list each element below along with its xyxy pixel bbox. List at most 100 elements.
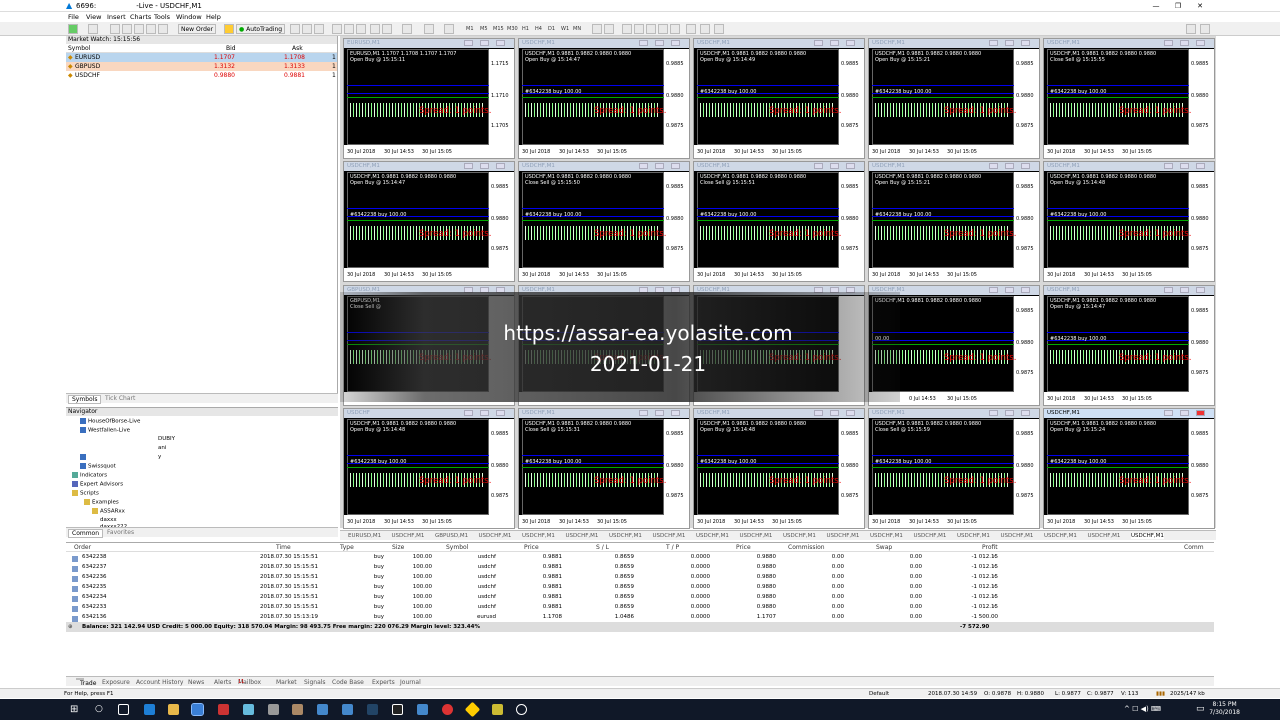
new-chart-icon[interactable] [68, 24, 78, 34]
chart-window[interactable]: USDCHF,M1 0.9885 0.9880 0.9875 30 Jul 2018 30… [1043, 408, 1215, 529]
menu-charts[interactable]: Charts [130, 13, 151, 21]
app-icon[interactable] [317, 704, 328, 715]
chart-maximize-button[interactable] [1180, 410, 1189, 416]
new-order-button[interactable]: New Order [178, 24, 217, 34]
text-icon[interactable] [686, 24, 696, 34]
chart-caption[interactable]: USDCHF,M1 [694, 409, 864, 418]
chart-caption[interactable]: USDCHF,M1 [519, 409, 689, 418]
chart-window[interactable]: USDCHF,M1 0.9885 0.9880 0.9875 30 Jul 2018 30… [1043, 285, 1215, 406]
trade-row[interactable]: 6342238 2018.07.30 15:15:51 buy 100.00 usdch… [66, 552, 1214, 562]
close-order-icon[interactable]: ✕ [992, 554, 997, 560]
chart-window[interactable]: USDCHF,M1 0.9885 0.9880 0.9875 30 Jul 2018 30… [693, 38, 865, 159]
chart-close-button[interactable] [671, 40, 680, 46]
trade-row[interactable]: 6342236 2018.07.30 15:15:51 buy 100.00 usdch… [66, 572, 1214, 582]
chart-minimize-button[interactable] [1164, 163, 1173, 169]
chart-minimize-button[interactable] [639, 40, 648, 46]
chart-minimize-button[interactable] [639, 163, 648, 169]
tf-h1[interactable]: H1 [522, 24, 529, 34]
tile-windows-icon[interactable] [356, 24, 366, 34]
menu-file[interactable]: File [68, 13, 79, 21]
nav-script[interactable]: ASSARxx [92, 508, 125, 515]
line-chart-icon[interactable] [314, 24, 324, 34]
chart-window[interactable]: USDCHF,M1 0.9885 0.9880 0.9875 30 Jul 2018 30… [868, 38, 1040, 159]
nav-examples[interactable]: Examples [84, 499, 119, 506]
chart-tab[interactable]: USDCHF,M1 [914, 533, 947, 539]
chart-maximize-button[interactable] [830, 163, 839, 169]
chart-close-button[interactable] [846, 40, 855, 46]
close-order-icon[interactable]: ✕ [992, 594, 997, 600]
chart-caption[interactable]: USDCHF,M1 [869, 162, 1039, 171]
trade-row[interactable]: 6342234 2018.07.30 15:15:51 buy 100.00 usdch… [66, 592, 1214, 602]
chart-window[interactable]: USDCHF,M1 0.9885 0.9880 0.9875 30 Jul 2018 30… [868, 408, 1040, 529]
nav-indicators[interactable]: Indicators [72, 472, 107, 479]
terminal-icon[interactable] [146, 24, 156, 34]
chart-minimize-button[interactable] [464, 40, 473, 46]
chart-minimize-button[interactable] [989, 40, 998, 46]
chart-caption[interactable]: USDCHF,M1 [519, 39, 689, 48]
chart-close-button[interactable] [1021, 287, 1030, 293]
trade-row[interactable]: 6342237 2018.07.30 15:15:51 buy 100.00 usdch… [66, 562, 1214, 572]
close-order-icon[interactable]: ✕ [992, 614, 997, 620]
chart-tab[interactable]: USDCHF,M1 [522, 533, 555, 539]
chart-close-button[interactable] [1021, 410, 1030, 416]
app-icon[interactable] [392, 704, 403, 715]
chart-tab[interactable]: USDCHF,M1 [696, 533, 729, 539]
chart-caption[interactable]: USDCHF,M1 [344, 162, 514, 171]
tray-icons[interactable]: ^ ☐ ◀) ⌨ [1124, 705, 1161, 713]
tf-w1[interactable]: W1 [561, 24, 569, 34]
profiles-icon[interactable] [88, 24, 98, 34]
chart-tab[interactable]: EURUSD,M1 [348, 533, 381, 539]
chart-window[interactable]: USDCHF,M1 0.9885 0.9880 0.9875 30 Jul 2018 30… [693, 161, 865, 282]
bar-chart-icon[interactable] [290, 24, 300, 34]
chart-maximize-button[interactable] [1180, 287, 1189, 293]
chart-close-button[interactable] [496, 410, 505, 416]
chart-close-button[interactable] [671, 410, 680, 416]
chart-shift-icon[interactable] [382, 24, 392, 34]
trade-row[interactable]: 6342233 2018.07.30 15:15:51 buy 100.00 usdch… [66, 602, 1214, 612]
chart-tab[interactable]: USDCHF,M1 [1001, 533, 1034, 539]
chart-minimize-button[interactable] [989, 163, 998, 169]
tf-h4[interactable]: H4 [535, 24, 542, 34]
chart-caption[interactable]: USDCHF [344, 409, 514, 418]
chart-minimize-button[interactable] [1164, 410, 1173, 416]
chart-close-button[interactable] [846, 410, 855, 416]
chart-caption[interactable]: USDCHF,M1 [694, 162, 864, 171]
chart-tab[interactable]: USDCHF,M1 [827, 533, 860, 539]
horizontal-line-icon[interactable] [634, 24, 644, 34]
chart-minimize-button[interactable] [464, 163, 473, 169]
app-icon[interactable] [516, 704, 527, 715]
chart-maximize-button[interactable] [655, 40, 664, 46]
chat-icon[interactable] [1200, 24, 1210, 34]
windows-start-icon[interactable]: ⊞ [70, 704, 81, 715]
nav-item[interactable]: DUBIY [158, 436, 175, 442]
candlestick-icon[interactable] [302, 24, 312, 34]
search-icon[interactable]: ○ [95, 704, 106, 715]
chart-minimize-button[interactable] [639, 410, 648, 416]
chart-maximize-button[interactable] [1005, 40, 1014, 46]
tab-common[interactable]: Common [68, 529, 104, 538]
close-order-icon[interactable]: ✕ [992, 564, 997, 570]
app-icon[interactable] [243, 704, 254, 715]
chart-minimize-button[interactable] [814, 163, 823, 169]
chart-maximize-button[interactable] [1005, 163, 1014, 169]
chart-caption[interactable]: EURUSD,M1 [344, 39, 514, 48]
chart-minimize-button[interactable] [464, 410, 473, 416]
navigator-icon[interactable] [134, 24, 144, 34]
chart-tab[interactable]: USDCHF,M1 [783, 533, 816, 539]
chart-maximize-button[interactable] [830, 410, 839, 416]
chart-window[interactable]: USDCHF,M1 0.9885 0.9880 0.9875 30 Jul 2018 30… [1043, 161, 1215, 282]
auto-scroll-icon[interactable] [370, 24, 380, 34]
chart-tab[interactable]: USDCHF,M1 [740, 533, 773, 539]
chart-close-button[interactable] [1196, 410, 1205, 416]
menu-help[interactable]: Help [206, 13, 221, 21]
chart-close-button[interactable] [846, 163, 855, 169]
chart-maximize-button[interactable] [655, 163, 664, 169]
maximize-button[interactable]: ❐ [1168, 0, 1188, 12]
chart-window[interactable]: USDCHF,M1 0.9885 0.9880 0.9875 30 Jul 2018 30… [518, 408, 690, 529]
chart-minimize-button[interactable] [989, 410, 998, 416]
equidistant-channel-icon[interactable] [658, 24, 668, 34]
nav-script[interactable]: daxxx [100, 517, 117, 523]
market-watch-icon[interactable] [110, 24, 120, 34]
metaeditor-icon[interactable] [224, 24, 234, 34]
chart-caption[interactable]: USDCHF,M1 [1044, 286, 1214, 295]
